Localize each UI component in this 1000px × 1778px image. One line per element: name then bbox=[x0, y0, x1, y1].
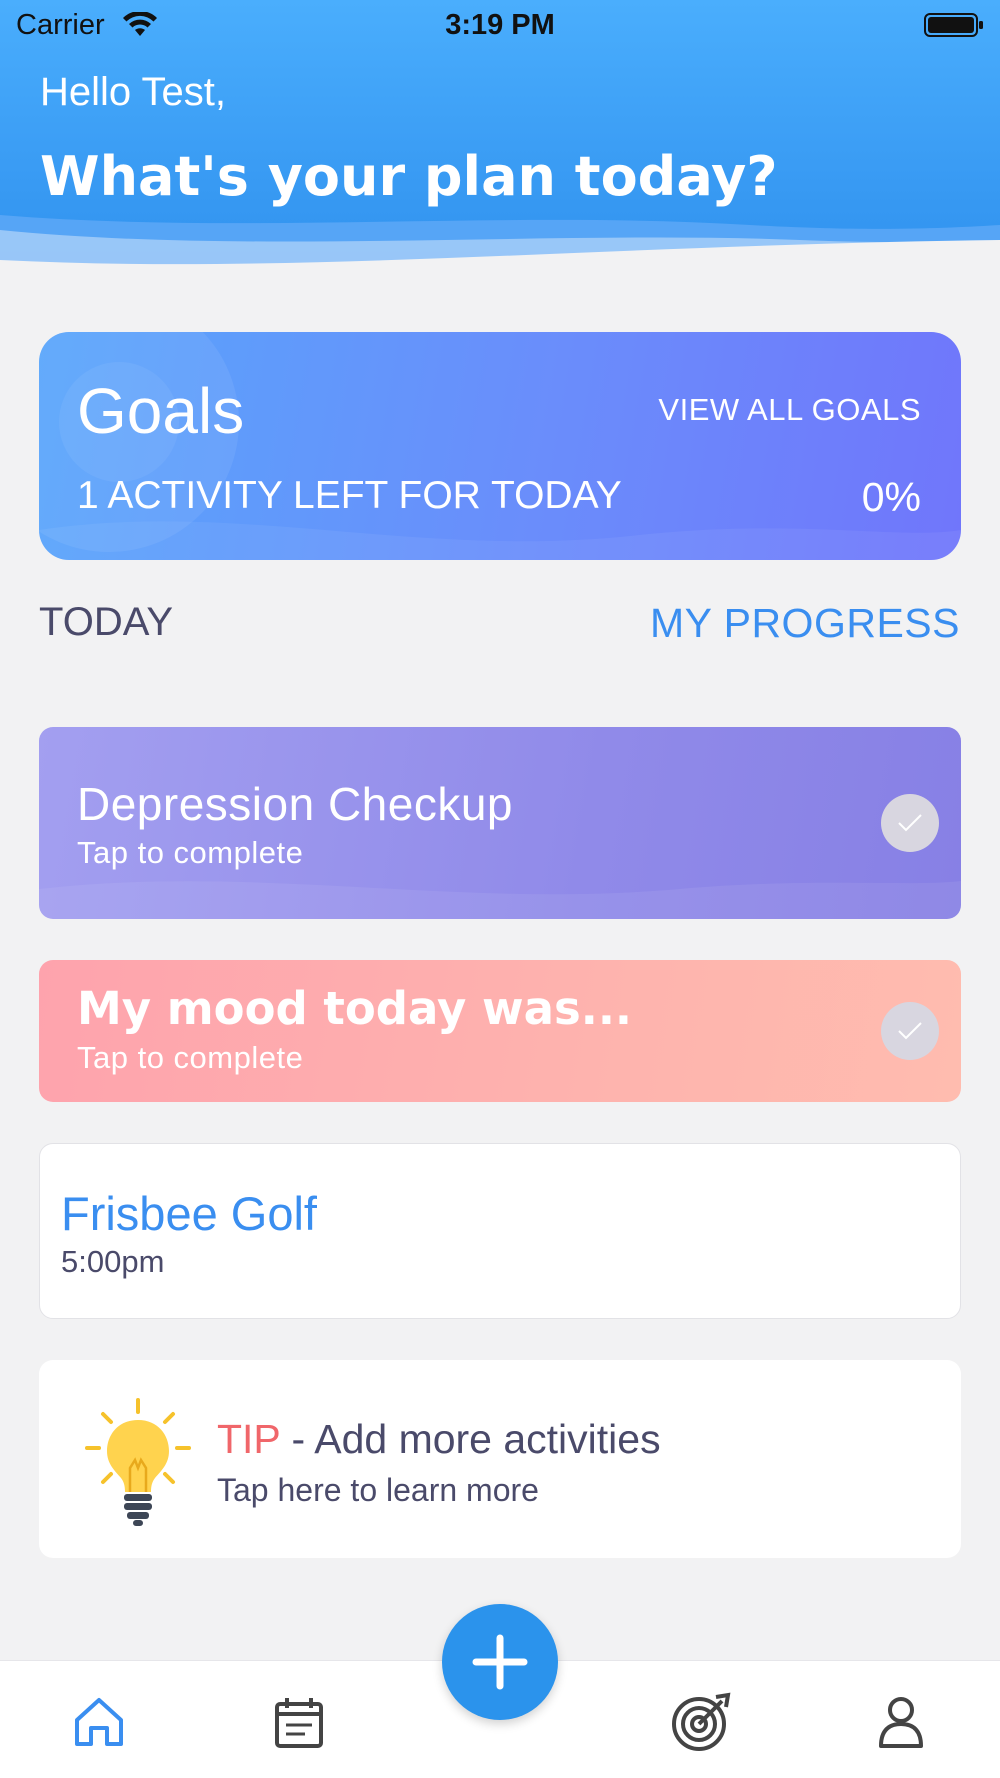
tip-message: - Add more activities bbox=[280, 1416, 661, 1462]
goals-percent: 0% bbox=[861, 474, 921, 520]
tab-goals[interactable] bbox=[666, 1687, 736, 1757]
tip-subtitle: Tap here to learn more bbox=[217, 1472, 539, 1508]
activity-card-depression-checkup[interactable]: Depression Checkup Tap to complete bbox=[39, 727, 961, 919]
today-section-label: TODAY bbox=[39, 600, 174, 644]
activity-title: My mood today was... bbox=[77, 982, 633, 1035]
tip-label: TIP bbox=[217, 1416, 281, 1462]
status-time: 3:19 PM bbox=[445, 9, 555, 41]
tip-card[interactable]: TIP - Add more activities Tap here to le… bbox=[39, 1360, 961, 1558]
checkmark-icon bbox=[898, 1022, 922, 1040]
goals-card[interactable]: Goals VIEW ALL GOALS 1 ACTIVITY LEFT FOR… bbox=[39, 332, 961, 560]
add-icon bbox=[472, 1634, 528, 1690]
goals-title: Goals bbox=[77, 375, 245, 447]
header-wave-decoration bbox=[0, 215, 1000, 300]
tab-calendar[interactable] bbox=[264, 1687, 334, 1757]
activity-subtitle: Tap to complete bbox=[77, 835, 304, 870]
activity-subtitle: Tap to complete bbox=[77, 1040, 304, 1075]
profile-icon bbox=[879, 1697, 923, 1748]
activity-card-mood[interactable]: My mood today was... Tap to complete bbox=[39, 960, 961, 1102]
tab-profile[interactable] bbox=[866, 1687, 936, 1757]
tab-home[interactable] bbox=[64, 1687, 134, 1757]
target-icon bbox=[672, 1692, 731, 1751]
header: Carrier 3:19 PM Hello Test, What's your … bbox=[0, 0, 1000, 300]
lightbulb-icon bbox=[85, 1398, 191, 1526]
event-title: Frisbee Golf bbox=[61, 1187, 317, 1240]
home-icon bbox=[75, 1698, 123, 1746]
status-bar: Carrier 3:19 PM bbox=[0, 0, 1000, 50]
tip-text: TIP - Add more activities bbox=[217, 1416, 661, 1463]
activities-left-text: 1 ACTIVITY LEFT FOR TODAY bbox=[77, 474, 622, 517]
my-progress-link[interactable]: MY PROGRESS bbox=[650, 600, 960, 647]
complete-check-button[interactable] bbox=[881, 794, 939, 852]
greeting-text: Hello Test, bbox=[40, 70, 227, 114]
home-screen: Carrier 3:19 PM Hello Test, What's your … bbox=[0, 0, 1000, 1778]
calendar-icon bbox=[275, 1698, 323, 1748]
complete-check-button[interactable] bbox=[881, 1002, 939, 1060]
page-headline: What's your plan today? bbox=[40, 145, 778, 208]
event-card-frisbee-golf[interactable]: Frisbee Golf 5:00pm bbox=[39, 1143, 961, 1319]
checkmark-icon bbox=[898, 814, 922, 832]
battery-icon bbox=[924, 13, 983, 37]
activity-title: Depression Checkup bbox=[77, 778, 514, 830]
event-time: 5:00pm bbox=[61, 1244, 165, 1279]
add-activity-button[interactable] bbox=[442, 1604, 558, 1720]
view-all-goals-link[interactable]: VIEW ALL GOALS bbox=[658, 392, 921, 428]
